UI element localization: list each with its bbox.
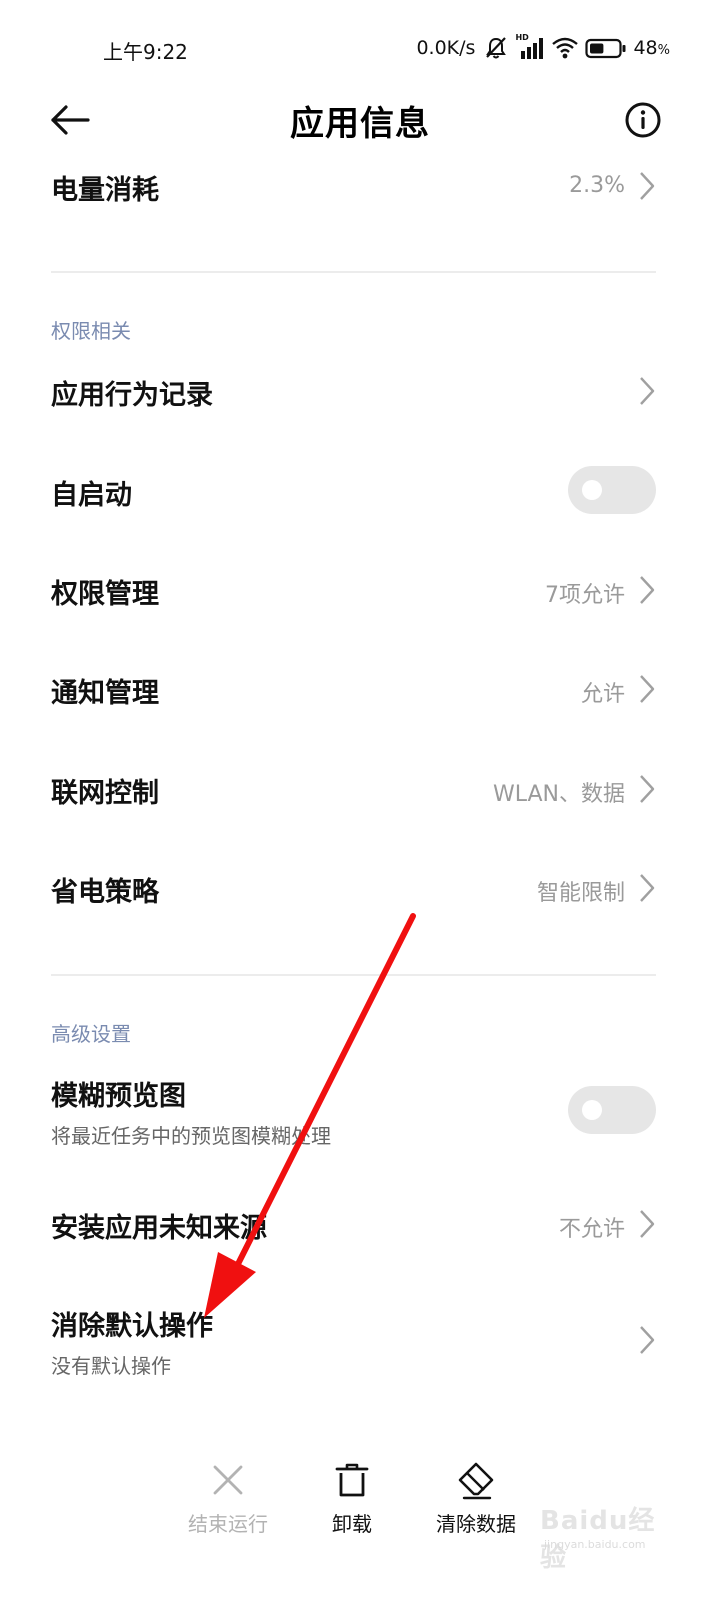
- chevron-right-icon: [640, 675, 655, 703]
- close-icon: [213, 1465, 243, 1495]
- watermark: Baidu经验 jingyan.baidu.com: [540, 1500, 670, 1573]
- battery-usage-title: 电量消耗: [51, 175, 159, 206]
- chevron-right-icon: [640, 576, 655, 604]
- status-icons: 0.0K/s HD 48%: [416, 33, 670, 63]
- battery-usage-row[interactable]: 电量消耗 2.3%: [0, 160, 720, 216]
- blur-preview-subtitle: 将最近任务中的预览图模糊处理: [51, 1124, 331, 1148]
- unknown-sources-row[interactable]: 安装应用未知来源 不允许: [0, 1198, 720, 1254]
- trash-icon: [335, 1463, 369, 1497]
- notifications-value: 允许: [580, 682, 625, 707]
- battery-percent: 48%: [633, 37, 670, 59]
- autostart-row: 自启动: [0, 465, 720, 521]
- toggle-knob: [582, 480, 602, 500]
- blur-preview-toggle[interactable]: [568, 1086, 656, 1134]
- uninstall-button[interactable]: 卸载: [282, 1460, 422, 1537]
- cellular-signal-icon: HD: [515, 33, 545, 61]
- info-icon[interactable]: [623, 100, 663, 140]
- power-saving-row[interactable]: 省电策略 智能限制: [0, 862, 720, 918]
- power-saving-value: 智能限制: [536, 881, 625, 906]
- page-title: 应用信息: [290, 104, 430, 144]
- divider: [51, 271, 656, 273]
- watermark-text: Baidu经验: [540, 1506, 656, 1573]
- hd-label: HD: [515, 33, 529, 42]
- section-label-advanced: 高级设置: [51, 1022, 131, 1046]
- clear-data-button[interactable]: 清除数据: [406, 1460, 546, 1537]
- network-speed: 0.0K/s: [416, 37, 476, 59]
- power-saving-title: 省电策略: [51, 877, 159, 908]
- network-control-title: 联网控制: [51, 778, 159, 809]
- unknown-sources-title: 安装应用未知来源: [51, 1213, 267, 1244]
- uninstall-label: 卸载: [332, 1512, 372, 1536]
- chevron-right-icon: [640, 377, 655, 405]
- clear-data-label: 清除数据: [436, 1512, 516, 1536]
- divider: [51, 974, 656, 976]
- battery-icon: [585, 38, 626, 59]
- network-control-row[interactable]: 联网控制 WLAN、数据: [0, 763, 720, 819]
- clear-defaults-subtitle: 没有默认操作: [51, 1354, 171, 1378]
- chevron-right-icon: [640, 172, 655, 200]
- notifications-title: 通知管理: [51, 678, 159, 709]
- chevron-right-icon: [640, 1210, 655, 1238]
- force-stop-label: 结束运行: [188, 1512, 268, 1536]
- blur-preview-row: 模糊预览图 将最近任务中的预览图模糊处理: [0, 1070, 720, 1150]
- permissions-row[interactable]: 权限管理 7项允许: [0, 564, 720, 620]
- watermark-url: jingyan.baidu.com: [544, 1538, 646, 1551]
- status-time: 上午9:22: [103, 40, 188, 64]
- clear-defaults-row[interactable]: 消除默认操作 没有默认操作: [0, 1300, 720, 1380]
- autostart-toggle[interactable]: [568, 466, 656, 514]
- chevron-right-icon: [640, 874, 655, 902]
- permissions-value: 7项允许: [545, 583, 625, 608]
- notifications-row[interactable]: 通知管理 允许: [0, 663, 720, 719]
- toggle-knob: [582, 1100, 602, 1120]
- wifi-icon: [552, 37, 579, 59]
- battery-usage-value: 2.3%: [569, 173, 625, 198]
- chevron-right-icon: [640, 775, 655, 803]
- unknown-sources-value: 不允许: [558, 1217, 625, 1242]
- bell-muted-icon: [486, 37, 507, 59]
- status-bar: 上午9:22 0.0K/s HD 48%: [0, 0, 720, 96]
- blur-preview-title: 模糊预览图: [51, 1081, 186, 1112]
- network-control-value: WLAN、数据: [492, 782, 625, 807]
- force-stop-button[interactable]: 结束运行: [158, 1460, 298, 1537]
- behavior-log-title: 应用行为记录: [51, 380, 213, 411]
- permissions-title: 权限管理: [51, 579, 159, 610]
- eraser-icon: [458, 1462, 494, 1500]
- chevron-right-icon: [640, 1326, 655, 1354]
- app-bar: 应用信息: [0, 92, 720, 148]
- section-label-permissions: 权限相关: [51, 319, 131, 343]
- clear-defaults-title: 消除默认操作: [51, 1311, 213, 1342]
- behavior-log-row[interactable]: 应用行为记录: [0, 365, 720, 421]
- autostart-title: 自启动: [51, 480, 132, 511]
